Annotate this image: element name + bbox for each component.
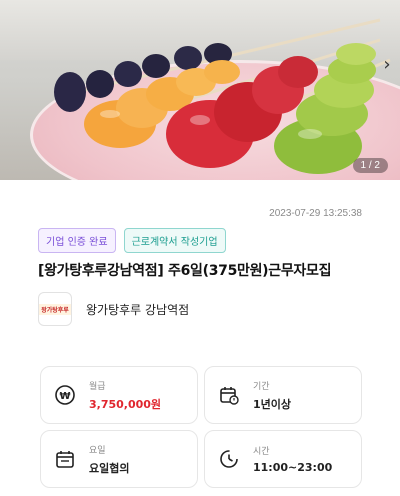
info-time: 시간 11:00~23:00 bbox=[204, 430, 362, 488]
calendar-list-icon bbox=[53, 447, 77, 471]
info-pay: ₩ 월급 3,750,000원 bbox=[40, 366, 198, 424]
info-days: 요일 요일협의 bbox=[40, 430, 198, 488]
tanghulu-illustration bbox=[54, 18, 391, 174]
time-value: 11:00~23:00 bbox=[253, 461, 333, 474]
svg-text:₩: ₩ bbox=[59, 391, 70, 402]
post-title: [왕가탕후루강남역점] 주6일(375만원)근무자모집 bbox=[38, 263, 332, 279]
post-date: 2023-07-29 13:25:38 bbox=[269, 208, 362, 219]
hero-image[interactable]: › 1 / 2 bbox=[0, 0, 400, 180]
clock-icon bbox=[217, 447, 241, 471]
company-row[interactable]: 왕가탕후루 왕가탕후루 강남역점 bbox=[38, 292, 189, 326]
period-label: 기간 bbox=[253, 381, 270, 392]
pay-label: 월급 bbox=[89, 381, 106, 392]
pay-value: 3,750,000원 bbox=[89, 397, 162, 411]
chevron-right-icon[interactable]: › bbox=[380, 54, 394, 76]
company-logo[interactable]: 왕가탕후루 bbox=[38, 292, 72, 326]
labor-contract-badge: 근로계약서 작성기업 bbox=[123, 228, 226, 253]
company-name[interactable]: 왕가탕후루 강남역점 bbox=[86, 301, 189, 318]
verified-company-badge: 기업 인증 완료 bbox=[38, 228, 116, 253]
badge-row: 기업 인증 완료 근로계약서 작성기업 bbox=[38, 228, 226, 253]
days-value: 요일협의 bbox=[89, 461, 130, 475]
period-value: 1년이상 bbox=[253, 397, 292, 411]
days-label: 요일 bbox=[89, 445, 106, 456]
calendar-icon bbox=[217, 383, 241, 407]
won-icon: ₩ bbox=[53, 383, 77, 407]
image-page-indicator: 1 / 2 bbox=[352, 158, 388, 173]
time-label: 시간 bbox=[253, 447, 270, 457]
info-period: 기간 1년이상 bbox=[204, 366, 362, 424]
company-logo-text: 왕가탕후루 bbox=[39, 303, 71, 315]
